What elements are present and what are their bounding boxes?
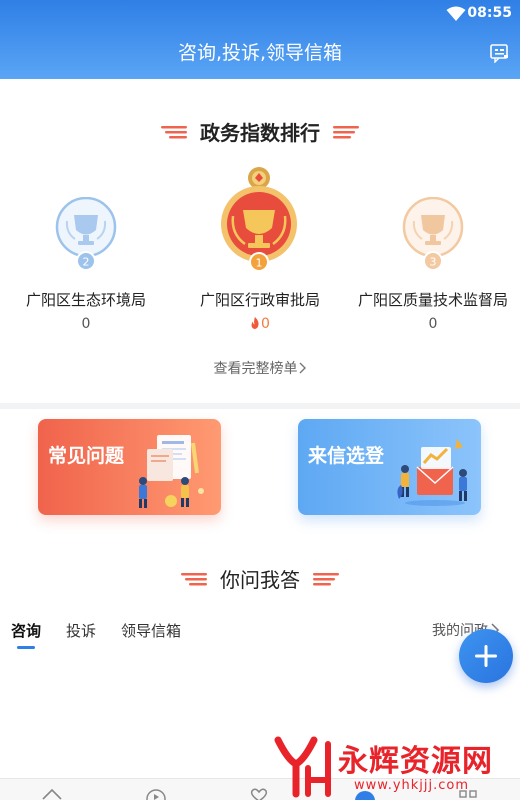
view-full-ranking-link[interactable]: 查看完整榜单 bbox=[0, 358, 520, 378]
rank-number-2: 2 bbox=[83, 256, 90, 269]
wifi-icon bbox=[446, 6, 466, 21]
heading-deco-left-icon bbox=[160, 125, 187, 138]
heading-deco-left-icon bbox=[180, 572, 207, 585]
letter-card-label: 来信选登 bbox=[308, 445, 385, 467]
rank-score: 0 bbox=[428, 316, 438, 332]
watermark: 永辉资源网 www.yhkjjj.com bbox=[272, 732, 520, 800]
home-icon[interactable] bbox=[41, 787, 63, 800]
silver-trophy-icon: 2 bbox=[55, 197, 117, 271]
tab-leader-mailbox[interactable]: 领导信箱 bbox=[121, 620, 181, 641]
play-icon[interactable] bbox=[145, 787, 167, 800]
ranking-title: 政务指数排行 bbox=[200, 121, 320, 145]
gold-trophy-icon: 1 bbox=[221, 167, 297, 272]
bronze-trophy-icon: 3 bbox=[402, 197, 464, 271]
heading-deco-right-icon bbox=[313, 572, 340, 585]
heading-deco-right-icon bbox=[333, 125, 360, 138]
qa-heading: 你问我答 bbox=[0, 564, 520, 593]
letter-card[interactable]: 来信选登 bbox=[298, 419, 481, 515]
plus-icon bbox=[475, 645, 497, 667]
fire-icon bbox=[251, 317, 259, 329]
top-header: 08:55 咨询,投诉,领导信箱 bbox=[0, 0, 520, 79]
rank-name: 广阳区生态环境局 bbox=[25, 291, 146, 309]
faq-card[interactable]: 常见问题 bbox=[38, 419, 221, 515]
faq-card-label: 常见问题 bbox=[48, 445, 125, 467]
watermark-logo-icon bbox=[274, 736, 331, 798]
faq-illustration-icon bbox=[139, 435, 204, 508]
rank-name: 广阳区质量技术监督局 bbox=[357, 291, 508, 309]
tab-consult[interactable]: 咨询 bbox=[11, 620, 41, 641]
app-screen: 08:55 咨询,投诉,领导信箱 政务指数排行 2 广阳区生态环境局 0 1 广… bbox=[0, 0, 520, 800]
heart-icon[interactable] bbox=[248, 787, 270, 800]
qa-title: 你问我答 bbox=[220, 568, 300, 592]
rank-number-1: 1 bbox=[256, 257, 263, 270]
status-time: 08:55 bbox=[467, 5, 512, 21]
section-divider bbox=[0, 403, 520, 409]
rank-score-hot: 0 bbox=[175, 316, 345, 332]
tab-complaint[interactable]: 投诉 bbox=[66, 620, 96, 641]
watermark-url: www.yhkjjj.com bbox=[354, 778, 470, 793]
mailbox-edit-icon[interactable] bbox=[489, 43, 511, 63]
rank-number-3: 3 bbox=[430, 256, 437, 269]
letter-illustration-icon bbox=[397, 439, 467, 506]
rank-name: 广阳区行政审批局 bbox=[199, 291, 320, 309]
rank-score-value: 0 bbox=[261, 316, 270, 332]
page-title: 咨询,投诉,领导信箱 bbox=[177, 42, 343, 64]
chevron-right-icon bbox=[299, 362, 306, 374]
ranking-heading: 政务指数排行 bbox=[0, 117, 520, 146]
watermark-text: 永辉资源网 bbox=[338, 744, 493, 779]
add-question-button[interactable] bbox=[459, 629, 513, 683]
rank-score: 0 bbox=[81, 316, 91, 332]
qa-tabs: 咨询 投诉 领导信箱 我的问政 bbox=[0, 620, 520, 650]
active-tab-indicator bbox=[17, 646, 35, 649]
view-full-ranking-label: 查看完整榜单 bbox=[213, 361, 298, 377]
